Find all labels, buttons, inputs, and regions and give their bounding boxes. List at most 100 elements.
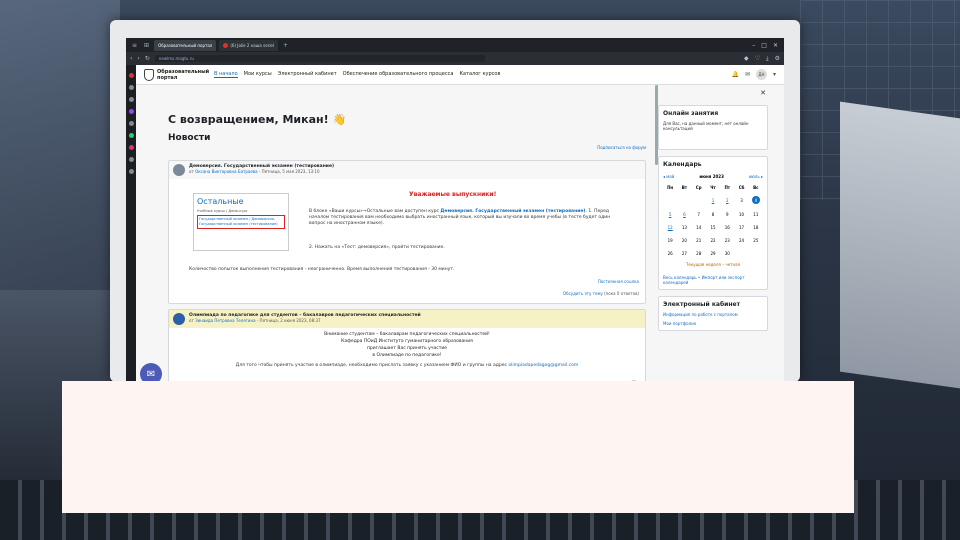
calendar-day[interactable]: 23 (720, 238, 734, 243)
calendar-day[interactable]: 8 (706, 212, 720, 217)
messages-icon[interactable]: ✉ (745, 71, 750, 78)
post-paragraph: В блоке «Ваши курсы»→Остальные вам досту… (309, 209, 611, 226)
post-header: Олимпиада по педагогике для студентов – … (169, 310, 645, 328)
calendar-day[interactable]: 15 (706, 225, 720, 230)
menu-icon[interactable]: ≡ (130, 42, 139, 49)
calendar-block: Календарь ◂ май июня 2023 июль ▸ Пн Вт Ср Ч… (658, 156, 768, 290)
calendar-day[interactable]: 10 (734, 212, 748, 217)
calendar-day[interactable]: 11 (749, 212, 763, 217)
calendar-day[interactable]: 1 (706, 198, 720, 204)
address-bar: ‹ › ↻ newlms.magtu.ru ◆ ♡ ⤓ ⚙ (126, 52, 784, 65)
shop-icon[interactable] (128, 121, 134, 126)
nav-my-courses[interactable]: Мои курсы (244, 71, 272, 78)
messages-fab-button[interactable]: ✉ (140, 363, 162, 382)
logo-shield-icon (144, 68, 154, 81)
portfolio-link[interactable]: Мои портфолио (663, 321, 763, 326)
user-avatar[interactable]: ДН (755, 69, 767, 80)
whatsapp-icon[interactable] (128, 133, 134, 138)
calendar-day-header: Сб (738, 185, 745, 190)
calendar-day[interactable]: 18 (749, 225, 763, 230)
calendar-day[interactable]: 27 (677, 251, 691, 256)
close-drawer-icon[interactable]: ✕ (760, 89, 766, 97)
calendar-day[interactable]: 4 (749, 196, 763, 204)
calendar-day[interactable]: 12 (663, 225, 677, 230)
clock-icon[interactable] (128, 169, 134, 174)
calendar-day[interactable]: 6 (677, 212, 691, 217)
primary-navigation: В начало Мои курсы Электронный кабинет О… (214, 71, 500, 78)
news-heading: Новости (168, 133, 211, 143)
twitch-icon[interactable] (128, 109, 134, 114)
maximize-icon[interactable]: □ (761, 42, 767, 49)
calendar-day[interactable]: 7 (692, 212, 706, 217)
news-post: Олимпиада по педагогике для студентов – … (168, 309, 646, 382)
course-link[interactable]: Демоверсия. Государственный экзамен (тес… (440, 209, 585, 214)
star-icon[interactable] (128, 97, 134, 102)
minimize-icon[interactable]: – (752, 42, 755, 49)
post-date: - Пятница, 2 июня 2023, 08:37 (256, 318, 321, 323)
reload-icon[interactable]: ↻ (145, 55, 150, 62)
post-meta: от Оксана Викторовна Батраева - Пятница,… (189, 169, 334, 174)
browser-tab[interactable]: (6) Jolie 2 наша seriel (219, 39, 279, 51)
new-tab-icon[interactable]: ⊞ (142, 42, 151, 49)
right-drawer: ✕ Онлайн занятия Для Вас, на данный моме… (658, 85, 768, 382)
post-header: Демоверсия. Государственный экзамен (тес… (169, 161, 645, 179)
home-icon[interactable] (128, 85, 134, 90)
calendar-day[interactable]: 14 (692, 225, 706, 230)
calendar-day[interactable]: 30 (720, 251, 734, 256)
calendar-day[interactable]: 29 (706, 251, 720, 256)
course-card-image: Остальные Учебные курсы / Демо-курс Госу… (193, 193, 289, 251)
calendar-day[interactable]: 9 (720, 212, 734, 217)
calendar-next-month[interactable]: июль ▸ (749, 174, 763, 179)
calendar-day-header: Вт (681, 185, 688, 190)
calendar-day[interactable]: 2 (720, 198, 734, 204)
post-author-link[interactable]: Оксана Викторовна Батраева (195, 169, 258, 174)
calendar-day[interactable]: 24 (734, 238, 748, 243)
heart-icon[interactable]: ♡ (755, 55, 760, 63)
calendar-day[interactable]: 13 (677, 225, 691, 230)
calendar-day[interactable]: 16 (720, 225, 734, 230)
calendar-day[interactable]: 5 (663, 212, 677, 217)
extension-icon[interactable]: ◆ (744, 55, 749, 63)
instagram-icon[interactable] (128, 145, 134, 150)
calendar-day[interactable]: 25 (749, 238, 763, 243)
settings-icon[interactable]: ⚙ (775, 55, 780, 63)
author-avatar[interactable] (173, 313, 185, 325)
discuss-topic-link[interactable]: Обсудить эту тему (563, 291, 603, 296)
permalink-link[interactable]: Постоянная ссылка (598, 279, 639, 284)
subscribe-forum-link[interactable]: Подписаться на форум (168, 145, 646, 150)
nav-education-support[interactable]: Обеспечение образовательного процесса (343, 71, 454, 78)
calendar-day[interactable]: 19 (663, 238, 677, 243)
url-field[interactable]: newlms.magtu.ru (154, 55, 485, 62)
calendar-grid: Пн Вт Ср Чт Пт Сб Вс 1 2 3 4 5 6 7 8 9 10 11 12 13 14 15 16 17 1… (663, 185, 763, 256)
nav-e-cabinet[interactable]: Электронный кабинет (278, 71, 337, 78)
email-link[interactable]: olimpiadapedagog@gmail.com (508, 363, 578, 368)
close-window-icon[interactable]: ✕ (773, 42, 778, 49)
calendar-empty-cell (677, 198, 691, 204)
post-date: - Пятница, 5 мая 2023, 13:10 (258, 169, 320, 174)
calendar-day[interactable]: 3 (734, 198, 748, 204)
history-icon[interactable] (128, 157, 134, 162)
calendar-day[interactable]: 20 (677, 238, 691, 243)
author-avatar[interactable] (173, 164, 185, 176)
post-author-link[interactable]: Зинаида Петровна Телегина (195, 318, 256, 323)
forward-icon[interactable]: › (137, 55, 139, 62)
nav-course-catalog[interactable]: Каталог курсов (459, 71, 500, 78)
calendar-day[interactable]: 22 (706, 238, 720, 243)
calendar-day[interactable]: 26 (663, 251, 677, 256)
opera-icon[interactable] (128, 73, 134, 78)
card-title: Остальные (197, 197, 244, 206)
download-icon[interactable]: ⤓ (766, 55, 769, 63)
chevron-down-icon[interactable]: ▾ (773, 71, 776, 78)
calendar-day[interactable]: 21 (692, 238, 706, 243)
browser-tab[interactable]: Образовательный портал (154, 39, 217, 51)
card-highlighted-course: Государственный экзамен / Демоверсия. Го… (197, 215, 285, 229)
site-logo[interactable]: Образовательный портал (144, 68, 214, 81)
back-icon[interactable]: ‹ (130, 55, 132, 62)
calendar-prev-month[interactable]: ◂ май (663, 174, 674, 179)
notifications-icon[interactable]: 🔔 (731, 71, 738, 78)
calendar-day[interactable]: 28 (692, 251, 706, 256)
nav-home[interactable]: В начало (214, 71, 238, 78)
calendar-day[interactable]: 17 (734, 225, 748, 230)
add-tab-icon[interactable]: + (281, 42, 290, 49)
portal-help-link[interactable]: Информация по работе с порталом (663, 312, 763, 317)
